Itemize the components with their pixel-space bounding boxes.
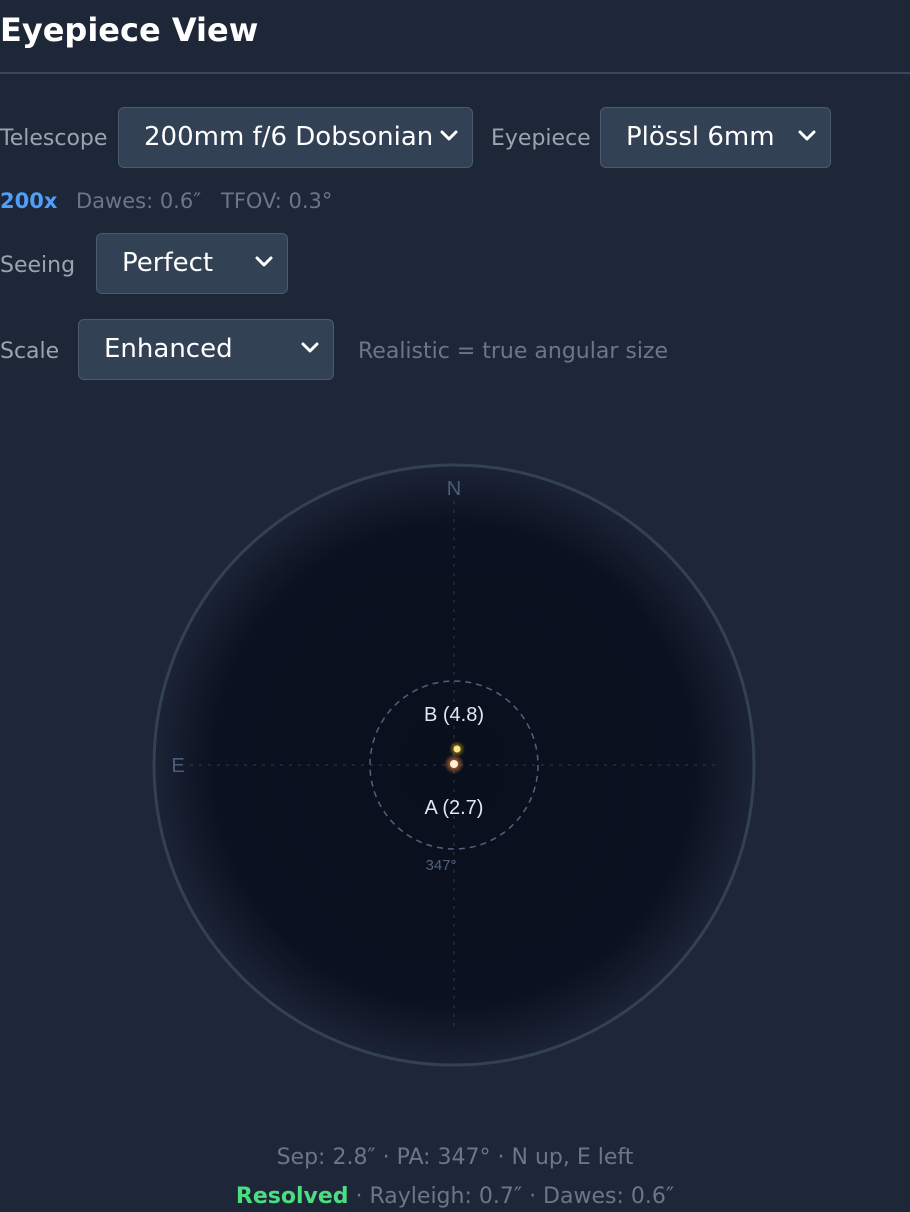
star-a-label: A (2.7) (425, 797, 484, 819)
resolved-status: Resolved (235, 1184, 349, 1209)
eyepiece-label: Eyepiece (491, 126, 591, 151)
seeing-label: Seeing (0, 253, 76, 278)
scale-label: Scale (0, 339, 60, 364)
dawes-limit: Dawes: 0.6″ (76, 189, 202, 213)
north-label: N (447, 478, 461, 500)
eyepiece-field: N E B (4.8) A (2.7) 347° (152, 463, 756, 1067)
resolution-limits: · Rayleigh: 0.7″ · Dawes: 0.6″ (348, 1184, 675, 1209)
position-angle-label: 347° (425, 857, 456, 874)
chevron-down-icon (301, 320, 319, 378)
resolution-info: Resolved · Rayleigh: 0.7″ · Dawes: 0.6″ (0, 1182, 910, 1212)
scale-hint: Realistic = true angular size (358, 339, 669, 364)
page-title: Eyepiece View (0, 11, 259, 49)
chevron-down-icon (255, 234, 273, 292)
seeing-select[interactable]: Perfect (96, 233, 288, 294)
scale-select-value: Enhanced (104, 334, 233, 364)
eyepiece-view-panel: Eyepiece View Telescope 200mm f/6 Dobson… (0, 0, 910, 1212)
magnification-value: 200x (0, 189, 58, 213)
true-field-of-view: TFOV: 0.3° (221, 189, 333, 213)
header-divider (0, 72, 910, 74)
telescope-label: Telescope (0, 126, 108, 151)
separation-info: Sep: 2.8″ · PA: 347° · N up, E left (276, 1145, 634, 1170)
star-b (453, 745, 461, 753)
star-a (450, 760, 458, 768)
chevron-down-icon (440, 108, 458, 166)
seeing-select-value: Perfect (122, 248, 214, 278)
eyepiece-select-value: Plössl 6mm (626, 122, 775, 152)
scale-select[interactable]: Enhanced (78, 319, 334, 380)
telescope-select[interactable]: 200mm f/6 Dobsonian (118, 107, 473, 168)
eyepiece-select[interactable]: Plössl 6mm (600, 107, 831, 168)
chevron-down-icon (798, 108, 816, 166)
telescope-select-value: 200mm f/6 Dobsonian (144, 122, 434, 152)
star-b-label: B (4.8) (424, 704, 484, 726)
east-label: E (171, 755, 184, 777)
